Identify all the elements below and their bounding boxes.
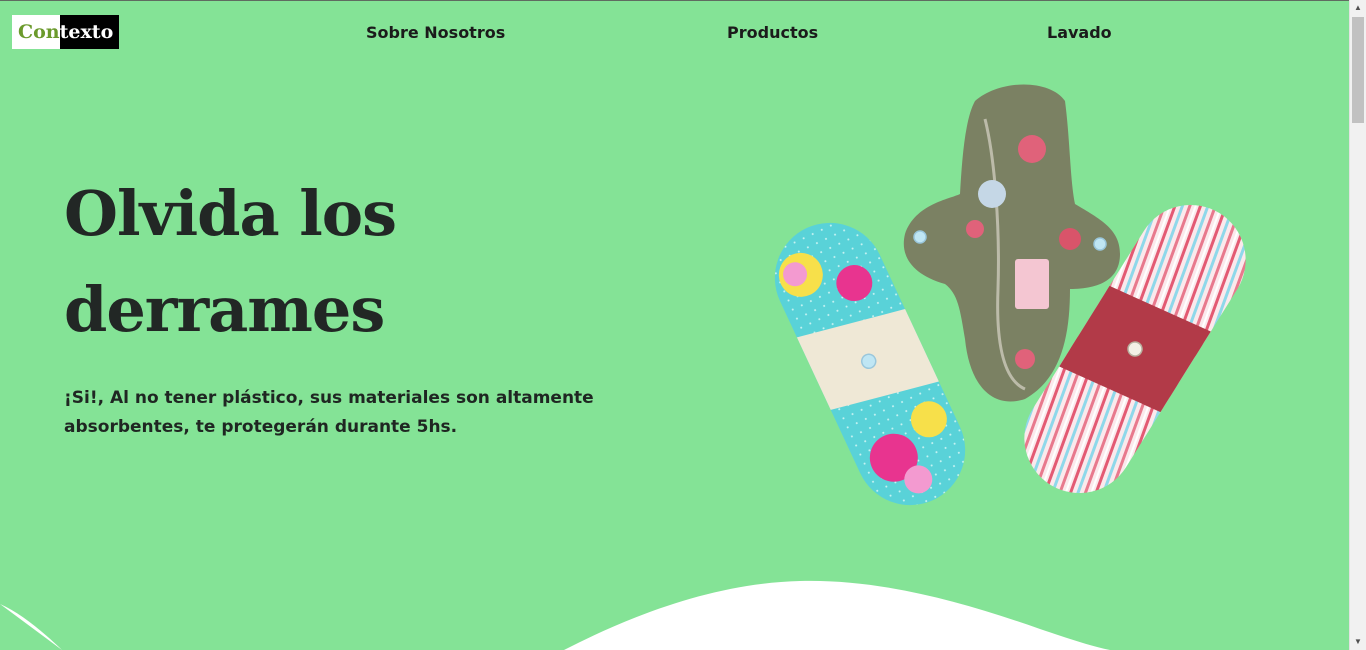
logo-part-con: Con (12, 15, 60, 49)
hero-section: Con texto Sobre Nosotros Productos Lavad… (0, 1, 1349, 650)
logo-part-texto: texto (59, 15, 120, 49)
page-scrollbar[interactable]: ▲ ▼ (1349, 0, 1366, 650)
triangle-up-icon[interactable]: ▲ (1350, 0, 1366, 16)
brand-logo[interactable]: Con texto (12, 15, 120, 49)
hero-headline: Olvida los derrames (64, 166, 397, 358)
nav-link-washing[interactable]: Lavado (1047, 23, 1112, 42)
headline-line-2: derrames (64, 273, 385, 346)
nav-link-about[interactable]: Sobre Nosotros (366, 23, 505, 42)
headline-line-1: Olvida los (64, 177, 397, 250)
triangle-down-icon[interactable]: ▼ (1350, 634, 1366, 650)
subtitle-line-1: ¡Si!, Al no tener plástico, sus material… (64, 388, 594, 408)
nav-link-products[interactable]: Productos (727, 23, 818, 42)
scrollbar-thumb[interactable] (1352, 17, 1364, 123)
cloth-pads-product-image (774, 84, 1246, 506)
subtitle-line-2: absorbentes, te protegerán durante 5hs. (64, 417, 458, 437)
hero-subtitle: ¡Si!, Al no tener plástico, sus material… (64, 384, 624, 442)
